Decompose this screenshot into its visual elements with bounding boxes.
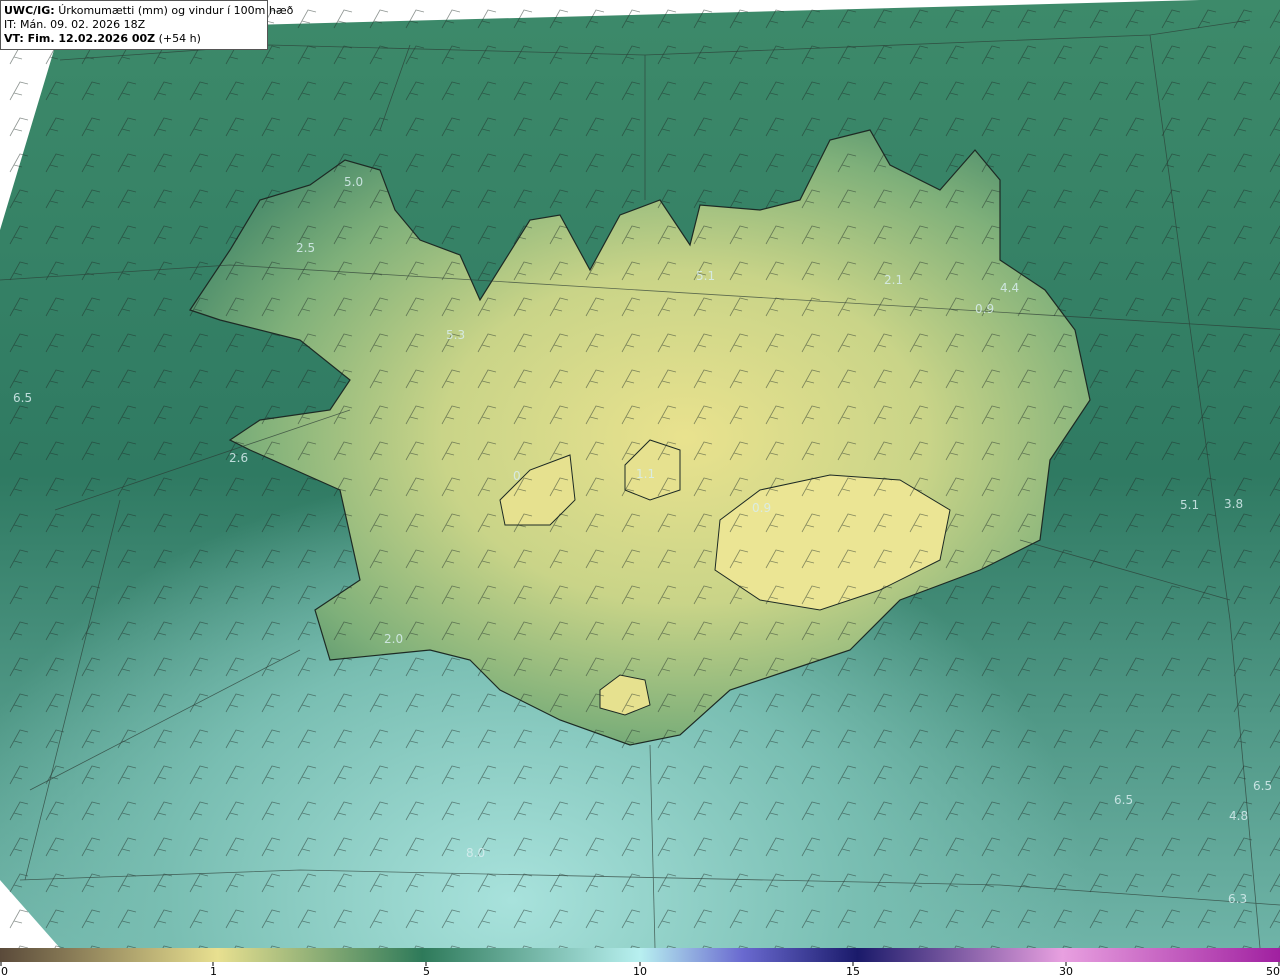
precipitation-map: 5.0 2.5 5.3 6.5 2.6 5.1 2.1 4.4 0.9 0 1.…	[0, 0, 1280, 948]
map-label: 6.5	[1114, 793, 1133, 807]
valid-time: VT: Fim. 12.02.2026 00Z	[4, 32, 156, 45]
init-time: Mán. 09. 02. 2026 18Z	[19, 18, 146, 31]
colorbar-tick-label: 10	[633, 965, 647, 978]
product-title: Úrkomumætti (mm) og vindur í 100m hæð	[58, 4, 294, 17]
map-label: 2.0	[384, 632, 403, 646]
map-label: 5.3	[446, 328, 465, 342]
colorbar-tick-label: 50	[1266, 965, 1280, 978]
map-label: 2.5	[296, 241, 315, 255]
map-label: 4.4	[1000, 281, 1019, 295]
colorbar: 0 1 5 10 15 30 50	[0, 948, 1280, 978]
init-prefix: IT:	[4, 18, 17, 31]
map-label: 3.8	[1224, 497, 1243, 511]
map-label: 5.1	[1180, 498, 1199, 512]
map-label: 0.9	[752, 501, 771, 515]
forecast-info-box: UWC/IG: Úrkomumætti (mm) og vindur í 100…	[0, 0, 293, 50]
colorbar-tick-label: 15	[846, 965, 860, 978]
colorbar-tick-label: 30	[1059, 965, 1073, 978]
lead-time: (+54 h)	[158, 32, 201, 45]
title-line: UWC/IG: Úrkomumætti (mm) og vindur í 100…	[4, 4, 293, 18]
colorbar-tick-label: 1	[210, 965, 217, 978]
init-time-line: IT: Mán. 09. 02. 2026 18Z	[4, 18, 264, 32]
map-label: 6.5	[13, 391, 32, 405]
map-label: 0	[513, 469, 521, 483]
map-label: 5.1	[696, 269, 715, 283]
map-label: 2.6	[229, 451, 248, 465]
model-name: UWC/IG:	[4, 4, 55, 17]
map-label: 2.1	[884, 273, 903, 287]
map-label: 6.5	[1253, 779, 1272, 793]
map-label: 4.8	[1229, 809, 1248, 823]
colorbar-tick-label: 0	[1, 965, 8, 978]
valid-time-line: VT: Fim. 12.02.2026 00Z (+54 h)	[4, 32, 264, 46]
map-label: 1.1	[636, 467, 655, 481]
map-label: 6.3	[1228, 892, 1247, 906]
map-label: 0.9	[975, 302, 994, 316]
colorbar-gradient	[0, 948, 1280, 962]
map-label: 8.0	[466, 846, 485, 860]
map-label: 5.0	[344, 175, 363, 189]
colorbar-tick-label: 5	[423, 965, 430, 978]
